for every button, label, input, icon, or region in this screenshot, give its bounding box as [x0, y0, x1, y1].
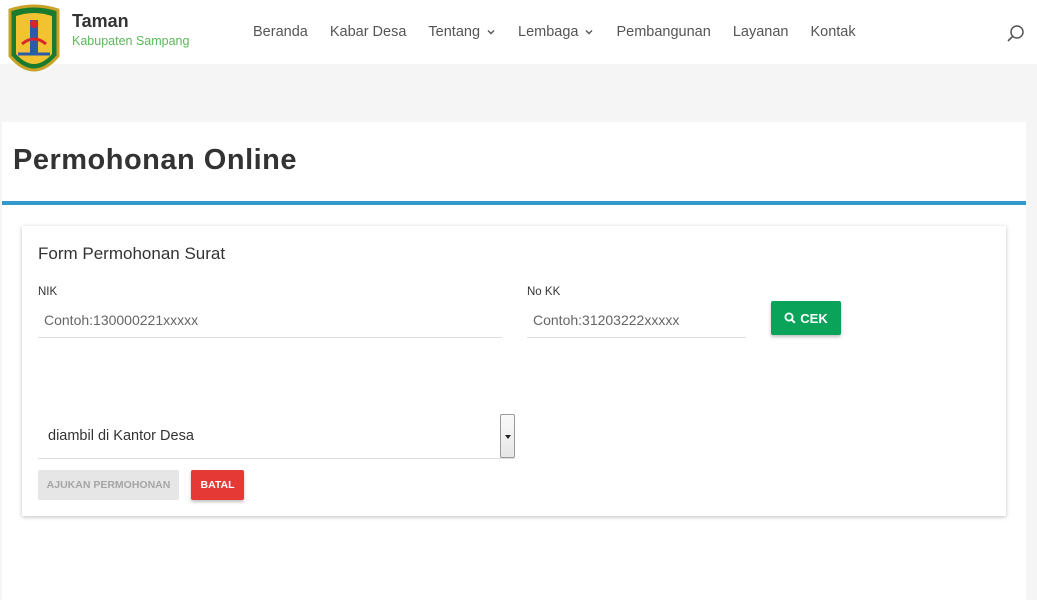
nav-label: Layanan: [732, 24, 789, 40]
form-title: Form Permohonan Surat: [38, 244, 226, 263]
site-header: Taman Kabupaten Sampang Beranda Kabar De…: [0, 0, 1037, 72]
nav-item-lembaga[interactable]: Lembaga: [518, 24, 594, 40]
site-title[interactable]: Taman: [72, 11, 129, 32]
nav-label: Kabar Desa: [329, 24, 407, 40]
cek-button[interactable]: CEK: [771, 301, 841, 335]
main-content: Permohonan Online Form Permohonan Surat …: [2, 122, 1026, 600]
cancel-button[interactable]: BATAL: [191, 470, 244, 500]
search-icon: [784, 312, 796, 324]
chevron-down-icon: [585, 30, 593, 35]
nav-item-kabar-desa[interactable]: Kabar Desa: [330, 24, 407, 40]
main-nav: Beranda Kabar Desa Tentang Lembaga Pemba…: [253, 24, 878, 40]
nav-label: Tentang: [428, 24, 481, 40]
pickup-select[interactable]: diambil di Kantor Desa: [38, 414, 515, 459]
nik-input[interactable]: [38, 302, 502, 338]
request-form-card: Form Permohonan Surat NIK No KK CEK diam…: [22, 226, 1006, 516]
submit-request-button[interactable]: AJUKAN PERMOHONAN: [38, 470, 179, 500]
nav-label: Pembangunan: [616, 24, 711, 40]
nav-label: Lembaga: [518, 24, 579, 40]
village-crest-logo[interactable]: [4, 4, 64, 84]
dropdown-arrow-icon[interactable]: [500, 414, 515, 458]
pickup-selected-value: diambil di Kantor Desa: [48, 428, 194, 444]
nav-item-layanan[interactable]: Layanan: [733, 24, 789, 40]
site-subtitle: Kabupaten Sampang: [72, 34, 190, 48]
kk-label: No KK: [527, 286, 561, 298]
page-title: Permohonan Online: [13, 144, 298, 176]
nav-item-beranda[interactable]: Beranda: [253, 24, 308, 40]
search-icon[interactable]: [1006, 24, 1026, 44]
nav-label: Beranda: [253, 24, 308, 40]
nav-label: Kontak: [810, 24, 856, 40]
kk-input[interactable]: [527, 302, 746, 338]
chevron-down-icon: [487, 30, 495, 35]
nav-item-pembangunan[interactable]: Pembangunan: [616, 24, 710, 40]
nik-label: NIK: [38, 286, 58, 298]
nav-item-tentang[interactable]: Tentang: [428, 24, 496, 40]
title-divider: [2, 201, 1026, 205]
nav-item-kontak[interactable]: Kontak: [810, 24, 855, 40]
cek-label: CEK: [800, 310, 828, 326]
